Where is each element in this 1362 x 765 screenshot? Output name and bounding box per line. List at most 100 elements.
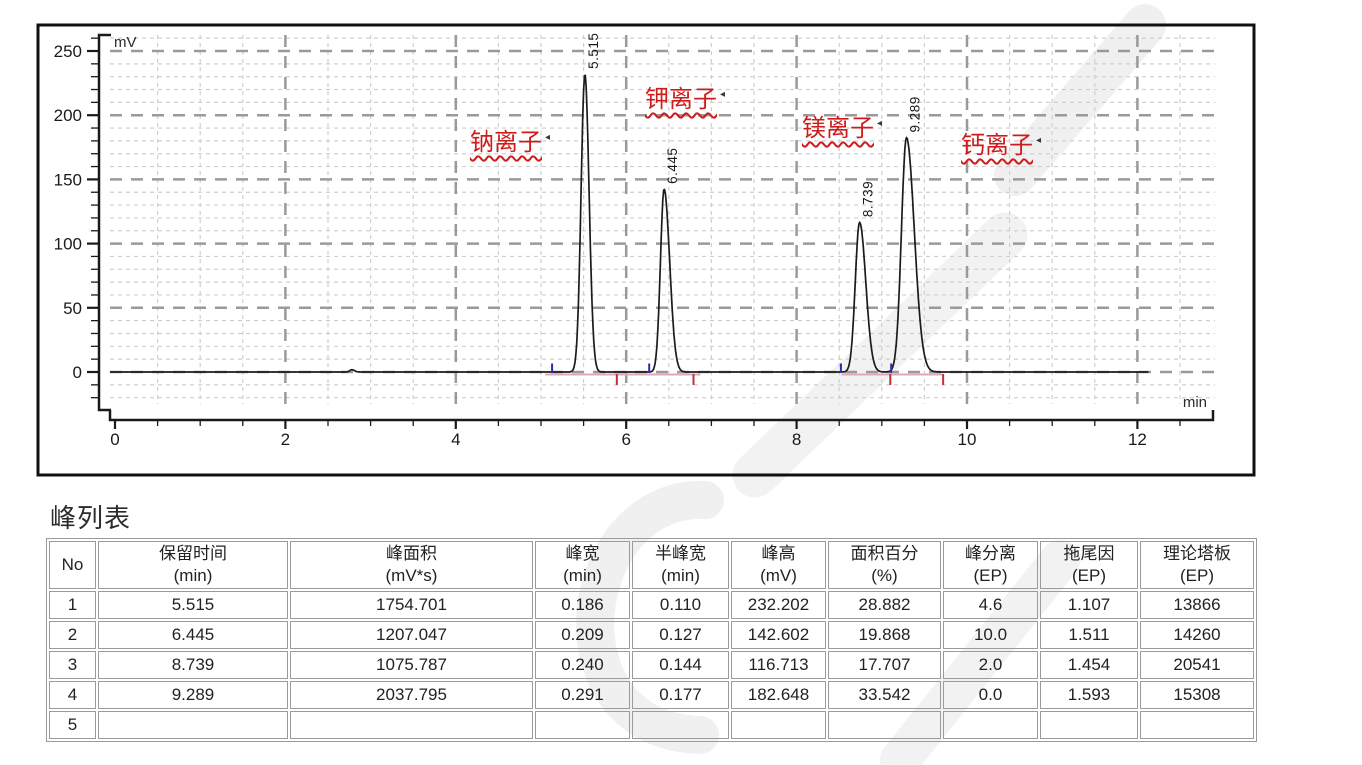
ion-label-calcium: 钙离子◂ [961, 133, 1041, 161]
peak-cell [632, 711, 729, 739]
y-axis [87, 35, 111, 410]
peak-row-5[interactable]: 5 [49, 711, 1254, 739]
cursor-mark-icon: ◂ [877, 118, 882, 130]
peak-row-4[interactable]: 49.2892037.7950.2910.177182.64833.5420.0… [49, 681, 1254, 709]
y-tick-labels: 050100150200250 [54, 42, 82, 382]
peak-table-header-row: No保留时间(min)峰面积(mV*s)峰宽(min)半峰宽(min)峰高(mV… [49, 541, 1254, 589]
cursor-mark-icon: ◂ [545, 132, 550, 144]
peak-cell: 0.209 [535, 621, 630, 649]
peak-table: No保留时间(min)峰面积(mV*s)峰宽(min)半峰宽(min)峰高(mV… [46, 538, 1257, 742]
peak-cell: 0.144 [632, 651, 729, 679]
peak-cell: 0.186 [535, 591, 630, 619]
peak-cell [731, 711, 826, 739]
peak-cell: 0.127 [632, 621, 729, 649]
col-header-5: 峰高(mV) [731, 541, 826, 589]
y-axis-unit-label: mV [114, 34, 137, 51]
svg-text:9.289: 9.289 [907, 96, 922, 132]
peak-cell: 33.542 [828, 681, 941, 709]
col-header-4: 半峰宽(min) [632, 541, 729, 589]
svg-text:50: 50 [63, 299, 82, 318]
svg-text:8.739: 8.739 [861, 181, 876, 217]
col-header-0: No [49, 541, 96, 589]
col-header-8: 拖尾因(EP) [1040, 541, 1138, 589]
peak-cell: 5 [49, 711, 96, 739]
peak-cell: 2.0 [943, 651, 1038, 679]
peak-cell: 19.868 [828, 621, 941, 649]
svg-text:8: 8 [792, 430, 801, 449]
peak-table-header: No保留时间(min)峰面积(mV*s)峰宽(min)半峰宽(min)峰高(mV… [49, 541, 1254, 589]
peak-cell: 142.602 [731, 621, 826, 649]
x-tick-labels: 024681012 [110, 430, 1147, 449]
peak-cell: 9.289 [98, 681, 288, 709]
peak-cell: 6.445 [98, 621, 288, 649]
peak-cell: 1754.701 [290, 591, 533, 619]
peak-cell: 2037.795 [290, 681, 533, 709]
ion-label-magnesium: 镁离子◂ [802, 116, 882, 144]
peak-cell: 1.511 [1040, 621, 1138, 649]
peak-cell: 17.707 [828, 651, 941, 679]
cursor-mark-icon: ◂ [720, 89, 725, 101]
svg-text:12: 12 [1128, 430, 1147, 449]
svg-text:2: 2 [281, 430, 290, 449]
peak-cell: 14260 [1140, 621, 1254, 649]
peak-cell: 0.177 [632, 681, 729, 709]
peak-cell [98, 711, 288, 739]
peak-cell: 2 [49, 621, 96, 649]
x-axis [110, 410, 1213, 429]
x-axis-unit-label: min [1183, 394, 1207, 411]
svg-text:5.515: 5.515 [586, 33, 601, 69]
peak-cell: 0.0 [943, 681, 1038, 709]
ion-label-potassium: 钾离子◂ [645, 87, 725, 115]
peak-cell: 182.648 [731, 681, 826, 709]
svg-text:200: 200 [54, 106, 82, 125]
col-header-7: 峰分离(EP) [943, 541, 1038, 589]
col-header-2: 峰面积(mV*s) [290, 541, 533, 589]
peak-cell: 1.107 [1040, 591, 1138, 619]
peak-cell [290, 711, 533, 739]
peak-table-title: 峰列表 [50, 498, 131, 535]
peak-cell: 13866 [1140, 591, 1254, 619]
peak-cell: 1 [49, 591, 96, 619]
svg-text:150: 150 [54, 170, 82, 189]
peak-cell: 1207.047 [290, 621, 533, 649]
peak-cell: 116.713 [731, 651, 826, 679]
ion-label-text: 镁离子 [802, 116, 874, 142]
peak-table-body: 15.5151754.7010.1860.110232.20228.8824.6… [49, 591, 1254, 739]
peak-cell: 0.291 [535, 681, 630, 709]
cursor-mark-icon: ◂ [1036, 135, 1041, 147]
col-header-3: 峰宽(min) [535, 541, 630, 589]
col-header-9: 理论塔板(EP) [1140, 541, 1254, 589]
svg-text:4: 4 [451, 430, 460, 449]
peak-cell: 10.0 [943, 621, 1038, 649]
peak-cell [1040, 711, 1138, 739]
peak-end-markers [617, 374, 943, 385]
peak-cell [1140, 711, 1254, 739]
peak-row-1[interactable]: 15.5151754.7010.1860.110232.20228.8824.6… [49, 591, 1254, 619]
svg-text:10: 10 [958, 430, 977, 449]
svg-text:100: 100 [54, 235, 82, 254]
peak-cell: 1.593 [1040, 681, 1138, 709]
ion-label-text: 钾离子 [645, 87, 717, 113]
svg-text:6.445: 6.445 [665, 148, 680, 184]
ion-label-sodium: 钠离子◂ [470, 130, 550, 158]
peak-cell: 8.739 [98, 651, 288, 679]
svg-text:0: 0 [73, 363, 82, 382]
peak-cell [943, 711, 1038, 739]
peak-row-2[interactable]: 26.4451207.0470.2090.127142.60219.86810.… [49, 621, 1254, 649]
col-header-1: 保留时间(min) [98, 541, 288, 589]
ion-label-text: 钙离子 [961, 133, 1033, 159]
peak-cell: 1.454 [1040, 651, 1138, 679]
peak-cell [535, 711, 630, 739]
peak-cell: 28.882 [828, 591, 941, 619]
svg-text:6: 6 [621, 430, 630, 449]
peak-cell: 232.202 [731, 591, 826, 619]
peak-cell: 20541 [1140, 651, 1254, 679]
peak-row-3[interactable]: 38.7391075.7870.2400.144116.71317.7072.0… [49, 651, 1254, 679]
peak-cell [828, 711, 941, 739]
peak-cell: 4 [49, 681, 96, 709]
peak-cell: 1075.787 [290, 651, 533, 679]
ion-label-text: 钠离子 [470, 130, 542, 156]
peak-cell: 0.240 [535, 651, 630, 679]
peak-cell: 4.6 [943, 591, 1038, 619]
peak-cell: 5.515 [98, 591, 288, 619]
